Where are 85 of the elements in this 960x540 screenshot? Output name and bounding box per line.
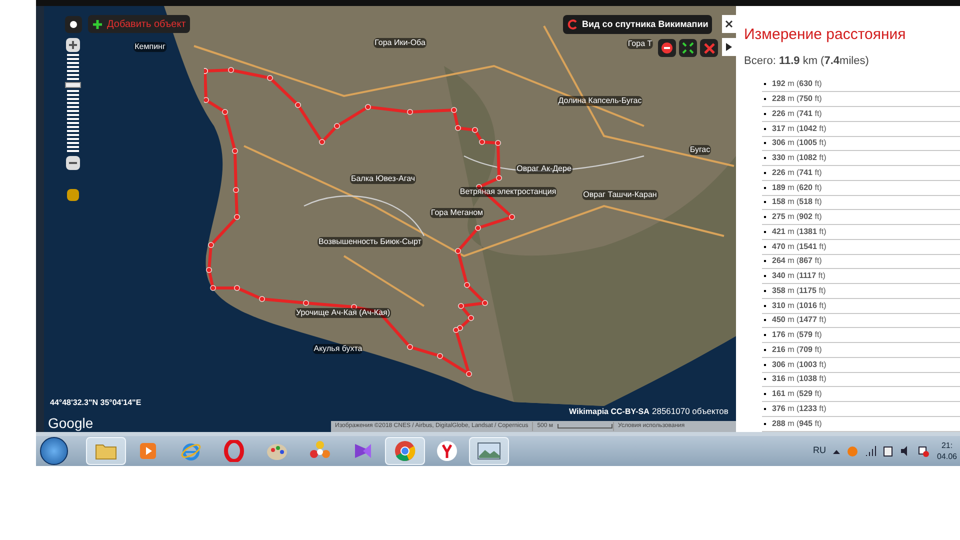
map-place-label: Гора Т <box>626 39 654 49</box>
language-indicator[interactable]: RU <box>813 444 826 458</box>
caret-up-icon[interactable] <box>833 448 840 454</box>
minus-icon <box>69 159 77 167</box>
collapse-panel-button[interactable] <box>722 38 736 56</box>
taskbar-app-button[interactable] <box>385 437 425 465</box>
segment-distance: 316 m (1038 ft) <box>772 373 826 386</box>
object-count: 28561070 объектов <box>652 405 728 418</box>
minus-circle-icon <box>661 42 673 54</box>
zoom-slider[interactable] <box>67 54 79 154</box>
circle-logo-icon <box>394 440 416 462</box>
letter-y-icon <box>436 440 458 462</box>
clock-time: 21: <box>941 440 953 451</box>
close-panel-button[interactable] <box>722 15 736 33</box>
folder-icon <box>95 442 117 460</box>
map-place-label: Урочище Ач-Кая (Ач-Кая) <box>295 308 391 318</box>
segment-distance: 358 m (1175 ft) <box>772 284 826 297</box>
segment-distance: 288 m (945 ft) <box>772 418 822 430</box>
map-place-label: Возвышенность Биюк-Сырт <box>318 237 422 247</box>
segment-distance: 275 m (902 ft) <box>772 211 822 224</box>
swirl-icon <box>567 19 578 30</box>
device-icon[interactable] <box>883 446 893 456</box>
fit-route-button[interactable] <box>679 39 697 57</box>
expand-arrows-icon <box>682 42 694 54</box>
segment-distance: 226 m (741 ft) <box>772 166 822 179</box>
signal-icon[interactable] <box>865 446 876 456</box>
zoom-slider-thumb[interactable] <box>65 82 81 88</box>
map-place-label: Гора Меганом <box>430 208 484 218</box>
play-icon <box>726 43 732 51</box>
segment-distance: 340 m (1117 ft) <box>772 270 826 282</box>
segment-distance: 306 m (1005 ft) <box>772 137 826 150</box>
plus-icon <box>92 18 103 30</box>
map-place-label: Кемпинг <box>134 42 166 52</box>
segment-distance: 228 m (750 ft) <box>772 93 822 106</box>
map-place-label: Овраг Ак-Дере <box>516 164 572 174</box>
play-icon <box>139 442 157 460</box>
taskbar-app-button[interactable] <box>86 437 126 465</box>
segment-distance: 450 m (1477 ft) <box>772 314 826 326</box>
segment-distance: 317 m (1042 ft) <box>772 122 826 135</box>
palette-icon <box>266 441 288 461</box>
total-distance: Всего: 11.9 km (7.4miles) <box>744 54 870 69</box>
settings-button[interactable] <box>65 16 82 33</box>
segment-distance: 161 m (529 ft) <box>772 388 822 400</box>
ring-icon <box>224 440 244 462</box>
delete-point-button[interactable] <box>658 39 676 57</box>
map-place-label: Ветряная электростанция <box>458 187 558 197</box>
scale-bar-icon <box>557 424 614 429</box>
bowtie-icon <box>353 441 373 461</box>
zoom-out-button[interactable] <box>66 156 80 170</box>
close-icon <box>725 20 733 28</box>
map-place-label: Акулья бухта <box>312 344 364 354</box>
license-text: Wikimapia CC-BY-SA <box>569 406 650 418</box>
segment-distance: 330 m (1082 ft) <box>772 152 826 164</box>
close-measure-button[interactable] <box>700 39 718 57</box>
segment-distance: 376 m (1233 ft) <box>772 402 826 415</box>
cursor-coordinates: 44°48'32.3"N 35°04'14"E <box>50 397 142 409</box>
start-button[interactable] <box>40 437 68 465</box>
map-place-label: Овраг Ташчи-Каран <box>582 190 658 200</box>
segment-distance: 310 m (1016 ft) <box>772 300 826 312</box>
clock-date: 04.06 <box>936 451 958 462</box>
satellite-view-button[interactable]: Вид со спутника Викимапии <box>563 15 712 34</box>
segment-distance: 176 m (579 ft) <box>772 329 822 342</box>
taskbar-app-button[interactable] <box>469 437 509 465</box>
map-place-label: Бугас <box>688 145 712 155</box>
panel-title: Измерение расстояния <box>744 26 907 44</box>
segment-distance: 158 m (518 ft) <box>772 196 822 208</box>
google-logo: Google <box>48 414 94 432</box>
zoom-in-button[interactable] <box>66 38 80 52</box>
segment-distance: 192 m (630 ft) <box>772 78 822 90</box>
map-place-label: Балка Ювез-Агач <box>350 174 416 184</box>
segment-distance: 216 m (709 ft) <box>772 344 822 356</box>
map-place-label: Долина Капсель-Бугас <box>557 96 643 106</box>
segment-distance: 264 m (867 ft) <box>772 255 822 268</box>
layers-button[interactable] <box>67 189 79 201</box>
segment-distance: 189 m (620 ft) <box>772 182 822 194</box>
map-place-label: Гора Ики-Оба <box>374 38 426 48</box>
segment-distance: 421 m (1381 ft) <box>772 226 826 238</box>
flag-error-icon[interactable] <box>918 446 929 456</box>
close-icon <box>704 42 714 54</box>
add-object-button[interactable]: Добавить объект <box>88 15 190 33</box>
picture-icon <box>477 442 501 460</box>
segment-distance: 470 m (1541 ft) <box>772 240 826 253</box>
segment-distance: 226 m (741 ft) <box>772 108 822 120</box>
segment-distance: 306 m (1003 ft) <box>772 358 826 371</box>
plus-icon <box>69 41 77 49</box>
